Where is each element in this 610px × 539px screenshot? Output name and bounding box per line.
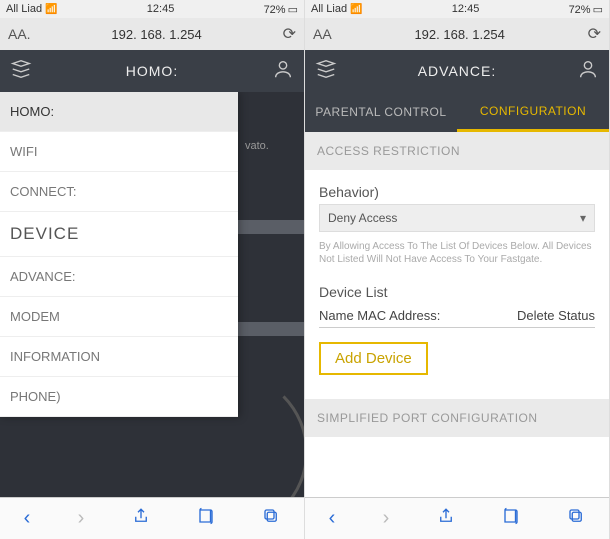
user-icon[interactable] (577, 58, 599, 85)
phone-right: All Liad 12:45 72% AA 192. 168. 1.254 ⟳ … (305, 0, 610, 539)
section-port-config: SIMPLIFIED PORT CONFIGURATION (305, 399, 609, 437)
wifi-icon (45, 3, 57, 15)
carrier-label: All Liad (6, 3, 42, 15)
menu-item-information[interactable]: INFORMATION (0, 337, 238, 377)
behavior-value: Deny Access (328, 211, 397, 225)
menu-icon[interactable] (10, 58, 32, 85)
menu-item-advance[interactable]: ADVANCE: (0, 257, 238, 297)
menu-panel: HOMO: WIFI CONNECT: DEVICE ADVANCE: MODE… (0, 92, 238, 417)
status-bar: All Liad 12:45 72% (305, 0, 609, 18)
col-delete-status: Delete Status (485, 308, 595, 323)
add-device-button[interactable]: Add Device (319, 342, 428, 375)
url-text[interactable]: 192. 168. 1.254 (39, 27, 275, 42)
url-bar[interactable]: AA. 192. 168. 1.254 ⟳ (0, 18, 304, 50)
hint-text: vato. (245, 140, 269, 152)
header-title: HOMO: (32, 63, 272, 79)
back-button[interactable]: ‹ (24, 507, 31, 530)
behavior-select[interactable]: Deny Access (319, 204, 595, 232)
wifi-icon (350, 3, 362, 15)
menu-item-connect[interactable]: CONNECT: (0, 172, 238, 212)
clock: 12:45 (363, 3, 569, 15)
device-list-label: Device List (319, 284, 595, 300)
section-access-restriction: ACCESS RESTRICTION (305, 132, 609, 170)
menu-item-phone[interactable]: PHONE) (0, 377, 238, 417)
status-bar: All Liad 12:45 72% (0, 0, 304, 18)
app-header: HOMO: (0, 50, 304, 92)
tabs-button[interactable] (567, 507, 585, 531)
menu-icon[interactable] (315, 58, 337, 85)
content-area: ACCESS RESTRICTION Behavior) Deny Access… (305, 132, 609, 497)
refresh-icon[interactable]: ⟳ (588, 24, 601, 44)
carrier-label: All Liad (311, 3, 347, 15)
browser-toolbar: ‹ › (305, 497, 609, 539)
battery-indicator: 72% (264, 3, 298, 16)
bookmarks-button[interactable] (197, 507, 215, 531)
forward-button[interactable]: › (78, 507, 85, 530)
phone-left: All Liad 12:45 72% AA. 192. 168. 1.254 ⟳… (0, 0, 305, 539)
battery-indicator: 72% (569, 3, 603, 16)
browser-toolbar: ‹ › (0, 497, 304, 539)
behavior-help: By Allowing Access To The List Of Device… (319, 240, 595, 266)
menu-item-device[interactable]: DEVICE (0, 212, 238, 257)
menu-item-home[interactable]: HOMO: (0, 92, 238, 132)
url-text[interactable]: 192. 168. 1.254 (340, 27, 580, 42)
device-table-head: Name MAC Address: Delete Status (319, 304, 595, 328)
col-name-mac: Name MAC Address: (319, 308, 485, 323)
user-icon[interactable] (272, 58, 294, 85)
behavior-label: Behavior) (319, 184, 595, 200)
url-bar[interactable]: AA 192. 168. 1.254 ⟳ (305, 18, 609, 50)
header-title: ADVANCE: (337, 63, 577, 79)
clock: 12:45 (58, 3, 264, 15)
menu-item-wifi[interactable]: WIFI (0, 132, 238, 172)
refresh-icon[interactable]: ⟳ (283, 24, 296, 44)
menu-item-modem[interactable]: MODEM (0, 297, 238, 337)
share-button[interactable] (437, 507, 455, 531)
tabs: PARENTAL CONTROL CONFIGURATION (305, 92, 609, 132)
tab-parental-control[interactable]: PARENTAL CONTROL (305, 92, 457, 132)
content-area: vato. 0 2 HOMO: WIFI CONNECT: DEVICE ADV… (0, 92, 304, 497)
reader-button[interactable]: AA (313, 26, 332, 42)
tab-configuration[interactable]: CONFIGURATION (457, 92, 609, 132)
forward-button[interactable]: › (383, 507, 390, 530)
bookmarks-button[interactable] (502, 507, 520, 531)
share-button[interactable] (132, 507, 150, 531)
reader-button[interactable]: AA. (8, 26, 31, 42)
app-header: ADVANCE: (305, 50, 609, 92)
back-button[interactable]: ‹ (329, 507, 336, 530)
tabs-button[interactable] (262, 507, 280, 531)
